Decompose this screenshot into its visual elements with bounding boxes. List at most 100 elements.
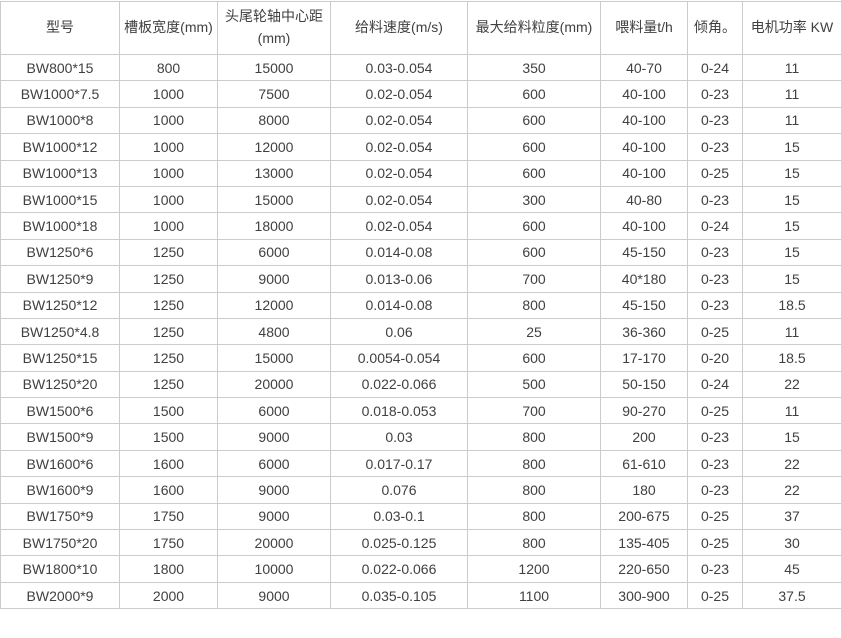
table-row: BW1000*121000120000.02-0.05460040-1000-2… [1,134,841,160]
table-cell: 200-675 [601,503,688,529]
column-header: 头尾轮轴中心距 (mm) [218,2,331,55]
table-cell: 0.022-0.066 [331,371,468,397]
table-row: BW1000*8100080000.02-0.05460040-1000-231… [1,107,841,133]
table-cell: 20000 [218,371,331,397]
table-cell: 0.02-0.054 [331,186,468,212]
model-cell: BW1750*20 [1,530,120,556]
table-cell: 15000 [218,55,331,81]
table-cell: 800 [120,55,218,81]
table-row: BW1800*101800100000.022-0.0661200220-650… [1,556,841,582]
table-cell: 6000 [218,398,331,424]
table-cell: 0-23 [688,266,743,292]
table-cell: 0-23 [688,424,743,450]
table-cell: 600 [468,213,601,239]
table-cell: 1000 [120,213,218,239]
table-cell: 600 [468,345,601,371]
table-row: BW1000*131000130000.02-0.05460040-1000-2… [1,160,841,186]
table-cell: 22 [743,450,841,476]
table-cell: 0-23 [688,186,743,212]
table-cell: 1100 [468,582,601,608]
table-cell: 11 [743,107,841,133]
table-cell: 1200 [468,556,601,582]
table-cell: 9000 [218,503,331,529]
table-cell: 1000 [120,134,218,160]
table-row: BW1500*9150090000.038002000-2315 [1,424,841,450]
model-cell: BW1250*12 [1,292,120,318]
table-cell: 0-25 [688,160,743,186]
table-cell: 0-23 [688,477,743,503]
table-cell: 50-150 [601,371,688,397]
table-cell: 15000 [218,186,331,212]
table-cell: 0-24 [688,371,743,397]
table-cell: 0.02-0.054 [331,134,468,160]
table-cell: 800 [468,450,601,476]
table-cell: 11 [743,81,841,107]
column-header: 电机功率 KW [743,2,841,55]
table-cell: 1250 [120,318,218,344]
column-header: 喂料量t/h [601,2,688,55]
table-cell: 1500 [120,424,218,450]
table-cell: 12000 [218,134,331,160]
table-cell: 0.025-0.125 [331,530,468,556]
table-cell: 40-100 [601,107,688,133]
table-cell: 1500 [120,398,218,424]
table-cell: 15 [743,213,841,239]
table-cell: 0-23 [688,450,743,476]
table-cell: 350 [468,55,601,81]
table-cell: 0-24 [688,55,743,81]
spec-table: 型号槽板宽度(mm)头尾轮轴中心距 (mm)给料速度(m/s)最大给料粒度(mm… [0,1,841,609]
table-cell: 0-23 [688,292,743,318]
table-cell: 0.014-0.08 [331,239,468,265]
model-cell: BW1750*9 [1,503,120,529]
table-cell: 90-270 [601,398,688,424]
model-cell: BW1800*10 [1,556,120,582]
table-cell: 1250 [120,239,218,265]
model-cell: BW2000*9 [1,582,120,608]
table-cell: 4800 [218,318,331,344]
table-row: BW1000*7.5100075000.02-0.05460040-1000-2… [1,81,841,107]
table-row: BW1500*6150060000.018-0.05370090-2700-25… [1,398,841,424]
table-cell: 20000 [218,530,331,556]
table-row: BW1250*4.8125048000.062536-3600-2511 [1,318,841,344]
model-cell: BW800*15 [1,55,120,81]
table-cell: 0.03-0.1 [331,503,468,529]
table-cell: 0.014-0.08 [331,292,468,318]
table-cell: 0-23 [688,556,743,582]
table-row: BW1000*181000180000.02-0.05460040-1000-2… [1,213,841,239]
table-cell: 45-150 [601,239,688,265]
page: 型号槽板宽度(mm)头尾轮轴中心距 (mm)给料速度(m/s)最大给料粒度(mm… [0,0,841,638]
table-cell: 0.02-0.054 [331,160,468,186]
table-cell: 0-23 [688,239,743,265]
table-cell: 600 [468,160,601,186]
table-cell: 700 [468,398,601,424]
table-cell: 2000 [120,582,218,608]
table-row: BW800*15800150000.03-0.05435040-700-2411 [1,55,841,81]
model-cell: BW1000*7.5 [1,81,120,107]
column-header: 槽板宽度(mm) [120,2,218,55]
table-cell: 600 [468,107,601,133]
table-cell: 40-100 [601,134,688,160]
table-cell: 300-900 [601,582,688,608]
table-cell: 220-650 [601,556,688,582]
table-cell: 11 [743,55,841,81]
table-row: BW1750*201750200000.025-0.125800135-4050… [1,530,841,556]
table-cell: 200 [601,424,688,450]
table-cell: 12000 [218,292,331,318]
table-cell: 0-25 [688,530,743,556]
table-cell: 40-70 [601,55,688,81]
table-head: 型号槽板宽度(mm)头尾轮轴中心距 (mm)给料速度(m/s)最大给料粒度(mm… [1,2,841,55]
model-cell: BW1250*20 [1,371,120,397]
model-cell: BW1500*9 [1,424,120,450]
model-cell: BW1600*9 [1,477,120,503]
table-cell: 0.035-0.105 [331,582,468,608]
header-row: 型号槽板宽度(mm)头尾轮轴中心距 (mm)给料速度(m/s)最大给料粒度(mm… [1,2,841,55]
model-cell: BW1250*9 [1,266,120,292]
column-header: 倾角。 [688,2,743,55]
model-cell: BW1250*4.8 [1,318,120,344]
table-cell: 600 [468,134,601,160]
table-cell: 15000 [218,345,331,371]
table-cell: 6000 [218,450,331,476]
table-cell: 15 [743,239,841,265]
table-cell: 500 [468,371,601,397]
table-cell: 15 [743,266,841,292]
